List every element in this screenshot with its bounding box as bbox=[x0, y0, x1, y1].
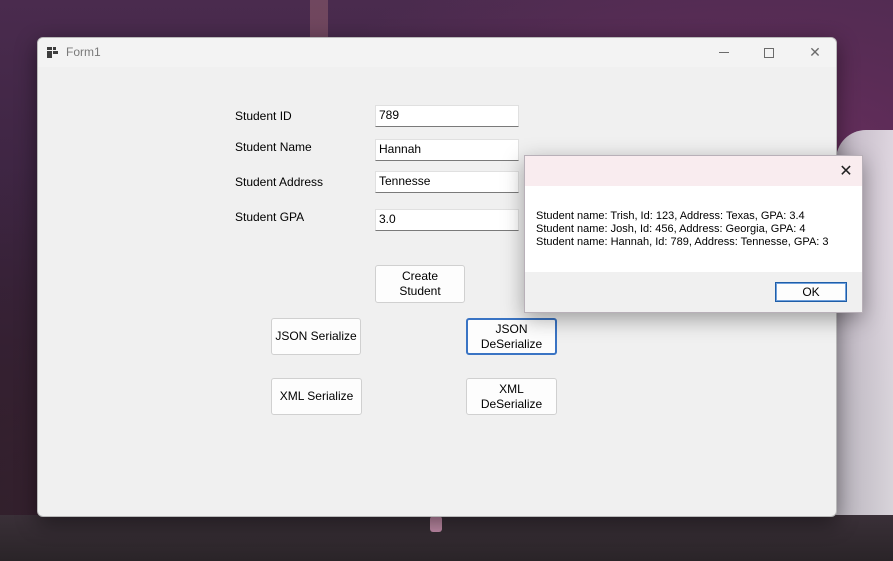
message-line: Student name: Josh, Id: 456, Address: Ge… bbox=[536, 223, 806, 235]
student-address-input[interactable]: Tennesse bbox=[375, 171, 519, 193]
title-bar[interactable]: Form1 ✕ bbox=[38, 38, 836, 67]
dialog-title-bar[interactable]: ✕ bbox=[525, 156, 862, 186]
minimize-button[interactable] bbox=[701, 38, 747, 67]
ok-button[interactable]: OK bbox=[775, 282, 847, 302]
window-title: Form1 bbox=[66, 45, 101, 59]
student-name-label: Student Name bbox=[235, 140, 312, 154]
student-gpa-input[interactable]: 3.0 bbox=[375, 209, 519, 231]
close-button[interactable]: ✕ bbox=[792, 38, 836, 67]
json-serialize-button[interactable]: JSON Serialize bbox=[271, 318, 361, 355]
dialog-message-area: Student name: Trish, Id: 123, Address: T… bbox=[525, 186, 862, 272]
student-name-input[interactable]: Hannah bbox=[375, 139, 519, 161]
maximize-button[interactable] bbox=[746, 38, 792, 67]
json-deserialize-button[interactable]: JSON DeSerialize bbox=[466, 318, 557, 355]
minimize-icon bbox=[719, 52, 729, 53]
xml-deserialize-button[interactable]: XML DeSerialize bbox=[466, 378, 557, 415]
wallpaper-detail bbox=[310, 0, 328, 40]
wallpaper-detail bbox=[430, 516, 442, 532]
app-icon bbox=[47, 47, 59, 58]
close-icon: ✕ bbox=[809, 44, 821, 60]
create-student-button[interactable]: Create Student bbox=[375, 265, 465, 303]
student-gpa-label: Student GPA bbox=[235, 210, 305, 224]
message-line: Student name: Trish, Id: 123, Address: T… bbox=[536, 210, 805, 222]
dialog-close-button[interactable]: ✕ bbox=[830, 156, 862, 186]
maximize-icon bbox=[764, 47, 774, 58]
wallpaper-detail bbox=[0, 515, 893, 561]
xml-serialize-button[interactable]: XML Serialize bbox=[271, 378, 362, 415]
student-id-label: Student ID bbox=[235, 109, 292, 123]
close-icon: ✕ bbox=[839, 163, 853, 180]
message-line: Student name: Hannah, Id: 789, Address: … bbox=[536, 236, 829, 248]
student-id-input[interactable]: 789 bbox=[375, 105, 519, 127]
message-box-dialog: ✕ Student name: Trish, Id: 123, Address:… bbox=[524, 155, 863, 313]
student-address-label: Student Address bbox=[235, 175, 324, 189]
